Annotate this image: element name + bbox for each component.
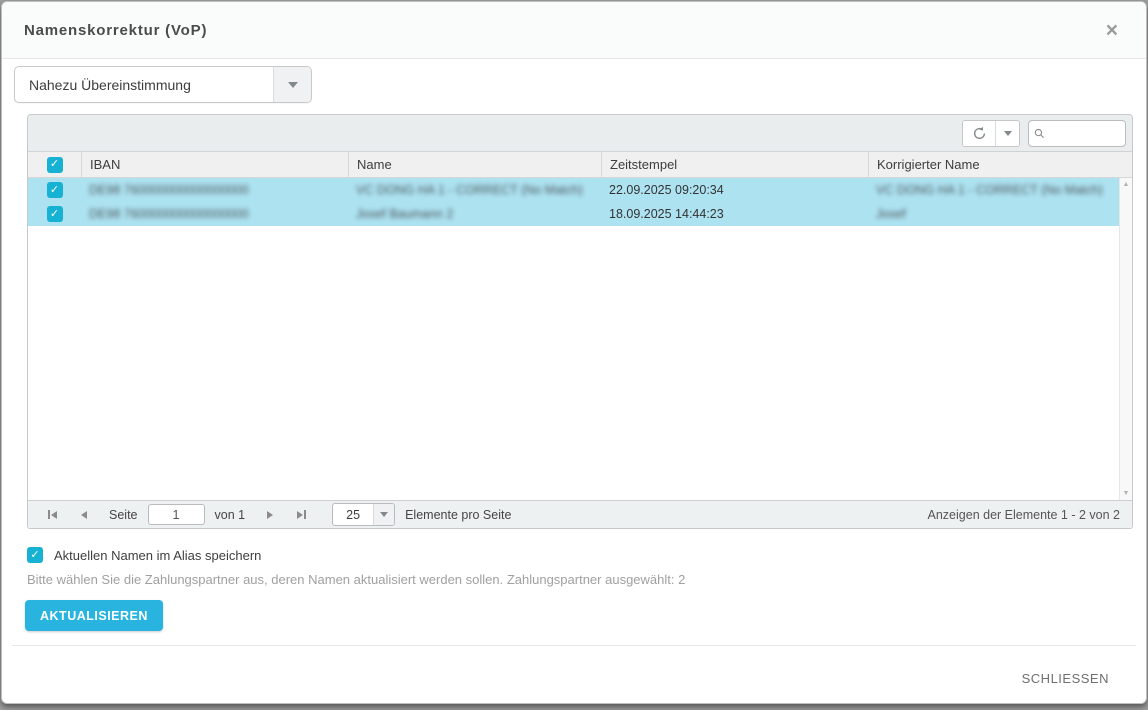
cell-korrigierter-name: VC DONG HA 1 - CORRECT (No Match) <box>868 178 1119 202</box>
page-number-input[interactable] <box>148 504 205 525</box>
grid-rows: ✓ DE98 760000000000000000 VC DONG HA 1 -… <box>28 178 1119 226</box>
grid-toolbar <box>28 115 1132 152</box>
select-all-cell: ✓ <box>28 152 81 177</box>
triangle-left-icon <box>81 511 87 519</box>
refresh-icon <box>972 126 987 141</box>
namenskorrektur-dialog: Namenskorrektur (VoP) × Nahezu Übereinst… <box>1 1 1147 704</box>
alias-checkbox-label[interactable]: Aktuellen Namen im Alias speichern <box>54 548 261 563</box>
refresh-options-button[interactable] <box>995 121 1019 146</box>
cell-name: VC DONG HA 1 - CORRECT (No Match) <box>348 178 601 202</box>
last-page-button[interactable] <box>285 510 318 519</box>
alias-checkbox[interactable]: ✓ <box>27 547 43 563</box>
redacted-corrected-name: Josef <box>876 207 906 221</box>
footer-divider <box>12 645 1136 646</box>
update-button[interactable]: AKTUALISIEREN <box>25 600 163 631</box>
match-type-dropdown[interactable]: Nahezu Übereinstimmung <box>14 66 312 103</box>
select-all-checkbox[interactable]: ✓ <box>47 157 63 173</box>
close-button[interactable]: SCHLIESSEN <box>1022 671 1109 686</box>
chevron-down-icon <box>288 82 298 88</box>
grid-body: ✓ DE98 760000000000000000 VC DONG HA 1 -… <box>28 178 1132 500</box>
column-header-zeitstempel[interactable]: Zeitstempel <box>601 152 868 177</box>
pagination-status: Anzeigen der Elemente 1 - 2 von 2 <box>928 508 1124 522</box>
results-grid: ✓ IBAN Name Zeitstempel Korrigierter Nam… <box>27 114 1133 529</box>
column-header-iban[interactable]: IBAN <box>81 152 348 177</box>
grid-pagination-bar: Seite von 1 25 Elemente pro Seite Anzeig… <box>28 500 1132 528</box>
triangle-right-icon <box>297 511 303 519</box>
triangle-left-icon <box>51 511 57 519</box>
items-per-page-label: Elemente pro Seite <box>395 508 511 522</box>
last-page-icon <box>304 510 306 519</box>
dialog-header: Namenskorrektur (VoP) × <box>2 2 1146 59</box>
first-page-button[interactable] <box>36 510 69 519</box>
cell-zeitstempel: 18.09.2025 14:44:23 <box>601 202 868 226</box>
row-checkbox-cell: ✓ <box>28 202 81 226</box>
dialog-title: Namenskorrektur (VoP) <box>24 22 207 39</box>
table-row[interactable]: ✓ DE98 760000000000000000 Josef Baumann … <box>28 202 1119 226</box>
column-header-name[interactable]: Name <box>348 152 601 177</box>
cell-zeitstempel: 22.09.2025 09:20:34 <box>601 178 868 202</box>
first-page-icon <box>48 510 50 519</box>
page-size-value: 25 <box>333 504 373 525</box>
selection-hint-text: Bitte wählen Sie die Zahlungspartner aus… <box>27 572 685 587</box>
row-checkbox[interactable]: ✓ <box>47 182 63 198</box>
column-header-korrigierter-name[interactable]: Korrigierter Name <box>868 152 1132 177</box>
refresh-button[interactable] <box>963 121 995 146</box>
redacted-corrected-name: VC DONG HA 1 - CORRECT (No Match) <box>876 183 1103 197</box>
page-count-label: von 1 <box>205 508 256 522</box>
match-type-value: Nahezu Übereinstimmung <box>15 67 273 102</box>
scroll-down-icon[interactable]: ▼ <box>1123 490 1130 497</box>
chevron-down-icon <box>380 512 388 517</box>
search-icon <box>1034 127 1045 140</box>
cell-name: Josef Baumann 2 <box>348 202 601 226</box>
cell-iban: DE98 760000000000000000 <box>81 202 348 226</box>
alias-option-row: ✓ Aktuellen Namen im Alias speichern <box>27 547 261 563</box>
vertical-scrollbar[interactable]: ▲ ▼ <box>1119 178 1132 500</box>
chevron-down-icon <box>1004 131 1012 136</box>
page-size-trigger[interactable] <box>373 504 394 525</box>
scroll-up-icon[interactable]: ▲ <box>1123 181 1130 188</box>
dropdown-trigger[interactable] <box>273 67 311 102</box>
row-checkbox[interactable]: ✓ <box>47 206 63 222</box>
cell-iban: DE98 760000000000000000 <box>81 178 348 202</box>
page-size-select[interactable]: 25 <box>332 503 395 526</box>
redacted-iban: DE98 760000000000000000 <box>89 207 249 221</box>
cell-korrigierter-name: Josef <box>868 202 1119 226</box>
table-row[interactable]: ✓ DE98 760000000000000000 VC DONG HA 1 -… <box>28 178 1119 202</box>
row-checkbox-cell: ✓ <box>28 178 81 202</box>
next-page-button[interactable] <box>255 511 285 519</box>
previous-page-button[interactable] <box>69 511 99 519</box>
search-input[interactable] <box>1049 126 1120 140</box>
grid-search[interactable] <box>1028 120 1126 147</box>
grid-header-row: ✓ IBAN Name Zeitstempel Korrigierter Nam… <box>28 152 1132 178</box>
toolbar-button-group <box>962 120 1020 147</box>
close-icon[interactable]: × <box>1100 18 1124 43</box>
redacted-iban: DE98 760000000000000000 <box>89 183 249 197</box>
redacted-name: VC DONG HA 1 - CORRECT (No Match) <box>356 183 583 197</box>
page-label: Seite <box>99 508 148 522</box>
redacted-name: Josef Baumann 2 <box>356 207 453 221</box>
triangle-right-icon <box>267 511 273 519</box>
